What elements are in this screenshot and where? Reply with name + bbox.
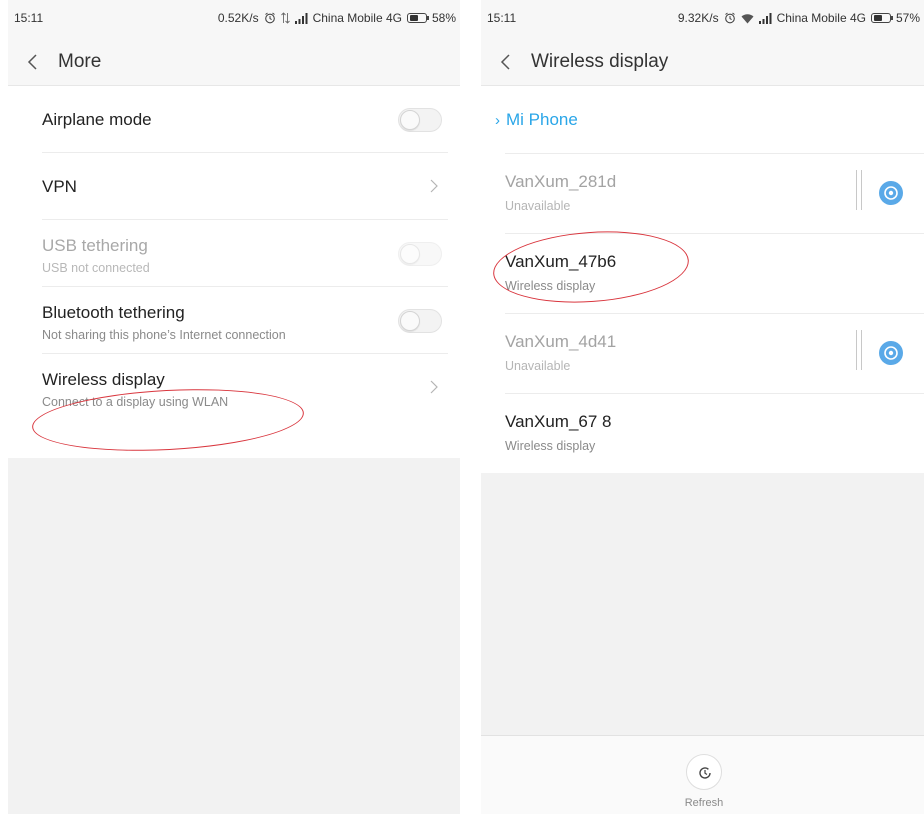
empty-area [481, 473, 924, 735]
settings-list: Airplane mode VPN USB tethering USB not … [8, 86, 460, 421]
device-row[interactable]: VanXum_47b6 Wireless display [505, 233, 924, 313]
signal-icon [294, 12, 308, 24]
device-status: Wireless display [505, 279, 596, 293]
signal-icon [758, 12, 772, 24]
data-arrows-icon [280, 12, 290, 24]
back-arrow-icon[interactable] [499, 53, 515, 71]
device-row: VanXum_281d Unavailable [505, 153, 924, 233]
status-bar: 15:11 0.52K/s China Mobile 4G 58% [8, 0, 460, 38]
wireless-display-row[interactable]: Wireless display Connect to a display us… [42, 354, 448, 421]
bottom-action-bar: Refresh [481, 735, 924, 814]
title-bar: Wireless display [481, 38, 924, 86]
refresh-label: Refresh [684, 797, 724, 809]
page-title: Wireless display [531, 51, 669, 72]
device-name: VanXum_281d [505, 172, 617, 191]
refresh-icon [699, 767, 711, 779]
status-bar: 15:11 9.32K/s China Mobile 4G 57% [481, 0, 924, 38]
network-speed: 9.32K/s [677, 11, 719, 25]
usb-tethering-toggle [398, 242, 442, 266]
device-row: VanXum_4d41 Unavailable [505, 313, 924, 393]
alarm-icon [264, 12, 276, 24]
chevron-right-icon [430, 380, 438, 394]
divider [856, 330, 862, 370]
battery-icon [406, 13, 429, 23]
status-time: 15:11 [14, 11, 44, 25]
device-list: VanXum_281d Unavailable VanXum_47b6 Wire… [481, 153, 924, 473]
row-title: Wireless display [42, 370, 165, 389]
battery-percent: 57% [895, 11, 920, 25]
row-title: Bluetooth tethering [42, 303, 185, 322]
alarm-icon [724, 12, 736, 24]
row-title: VPN [42, 177, 77, 196]
carrier-name: China Mobile 4G [312, 11, 402, 25]
device-name: VanXum_47b6 [505, 252, 617, 271]
airplane-mode-row[interactable]: Airplane mode [42, 86, 448, 153]
row-subtitle: Connect to a display using WLAN [42, 395, 229, 409]
row-title: Airplane mode [42, 110, 152, 129]
device-name: VanXum_67 8 [505, 412, 612, 431]
chevron-right-icon [430, 179, 438, 193]
divider [856, 170, 862, 210]
device-section-header[interactable]: › Mi Phone [495, 110, 578, 130]
empty-area [8, 458, 460, 814]
back-arrow-icon[interactable] [26, 53, 42, 71]
bluetooth-tethering-row[interactable]: Bluetooth tethering Not sharing this pho… [42, 287, 448, 354]
device-name: VanXum_4d41 [505, 332, 617, 351]
carrier-name: China Mobile 4G [776, 11, 866, 25]
more-settings-screen: 15:11 0.52K/s China Mobile 4G 58% More A… [8, 0, 460, 814]
wireless-display-screen: 15:11 9.32K/s China Mobile 4G 57% Wirele… [481, 0, 924, 814]
bluetooth-tethering-toggle[interactable] [398, 309, 442, 333]
row-title: USB tethering [42, 236, 148, 255]
status-indicators: 9.32K/s China Mobile 4G 57% [678, 11, 920, 25]
battery-percent: 58% [431, 11, 456, 25]
network-speed: 0.52K/s [217, 11, 259, 25]
battery-icon [870, 13, 893, 23]
status-time: 15:11 [487, 11, 517, 25]
page-title: More [58, 51, 102, 72]
toggle-knob [400, 110, 420, 130]
toggle-knob [400, 311, 420, 331]
usb-tethering-row: USB tethering USB not connected [42, 220, 448, 287]
info-icon[interactable] [878, 180, 904, 206]
chevron-right-icon: › [495, 112, 500, 129]
device-status: Wireless display [505, 439, 596, 453]
title-bar: More [8, 38, 460, 86]
toggle-knob [400, 244, 420, 264]
refresh-button[interactable] [686, 754, 722, 790]
vpn-row[interactable]: VPN [42, 153, 448, 220]
airplane-mode-toggle[interactable] [398, 108, 442, 132]
row-subtitle: USB not connected [42, 261, 150, 275]
info-icon[interactable] [878, 340, 904, 366]
wifi-icon [741, 13, 754, 24]
status-indicators: 0.52K/s China Mobile 4G 58% [218, 11, 456, 25]
device-row[interactable]: VanXum_67 8 Wireless display [505, 393, 924, 473]
device-status: Unavailable [505, 199, 571, 213]
section-title: Mi Phone [506, 110, 578, 129]
row-subtitle: Not sharing this phone’s Internet connec… [42, 328, 286, 342]
device-status: Unavailable [505, 359, 571, 373]
